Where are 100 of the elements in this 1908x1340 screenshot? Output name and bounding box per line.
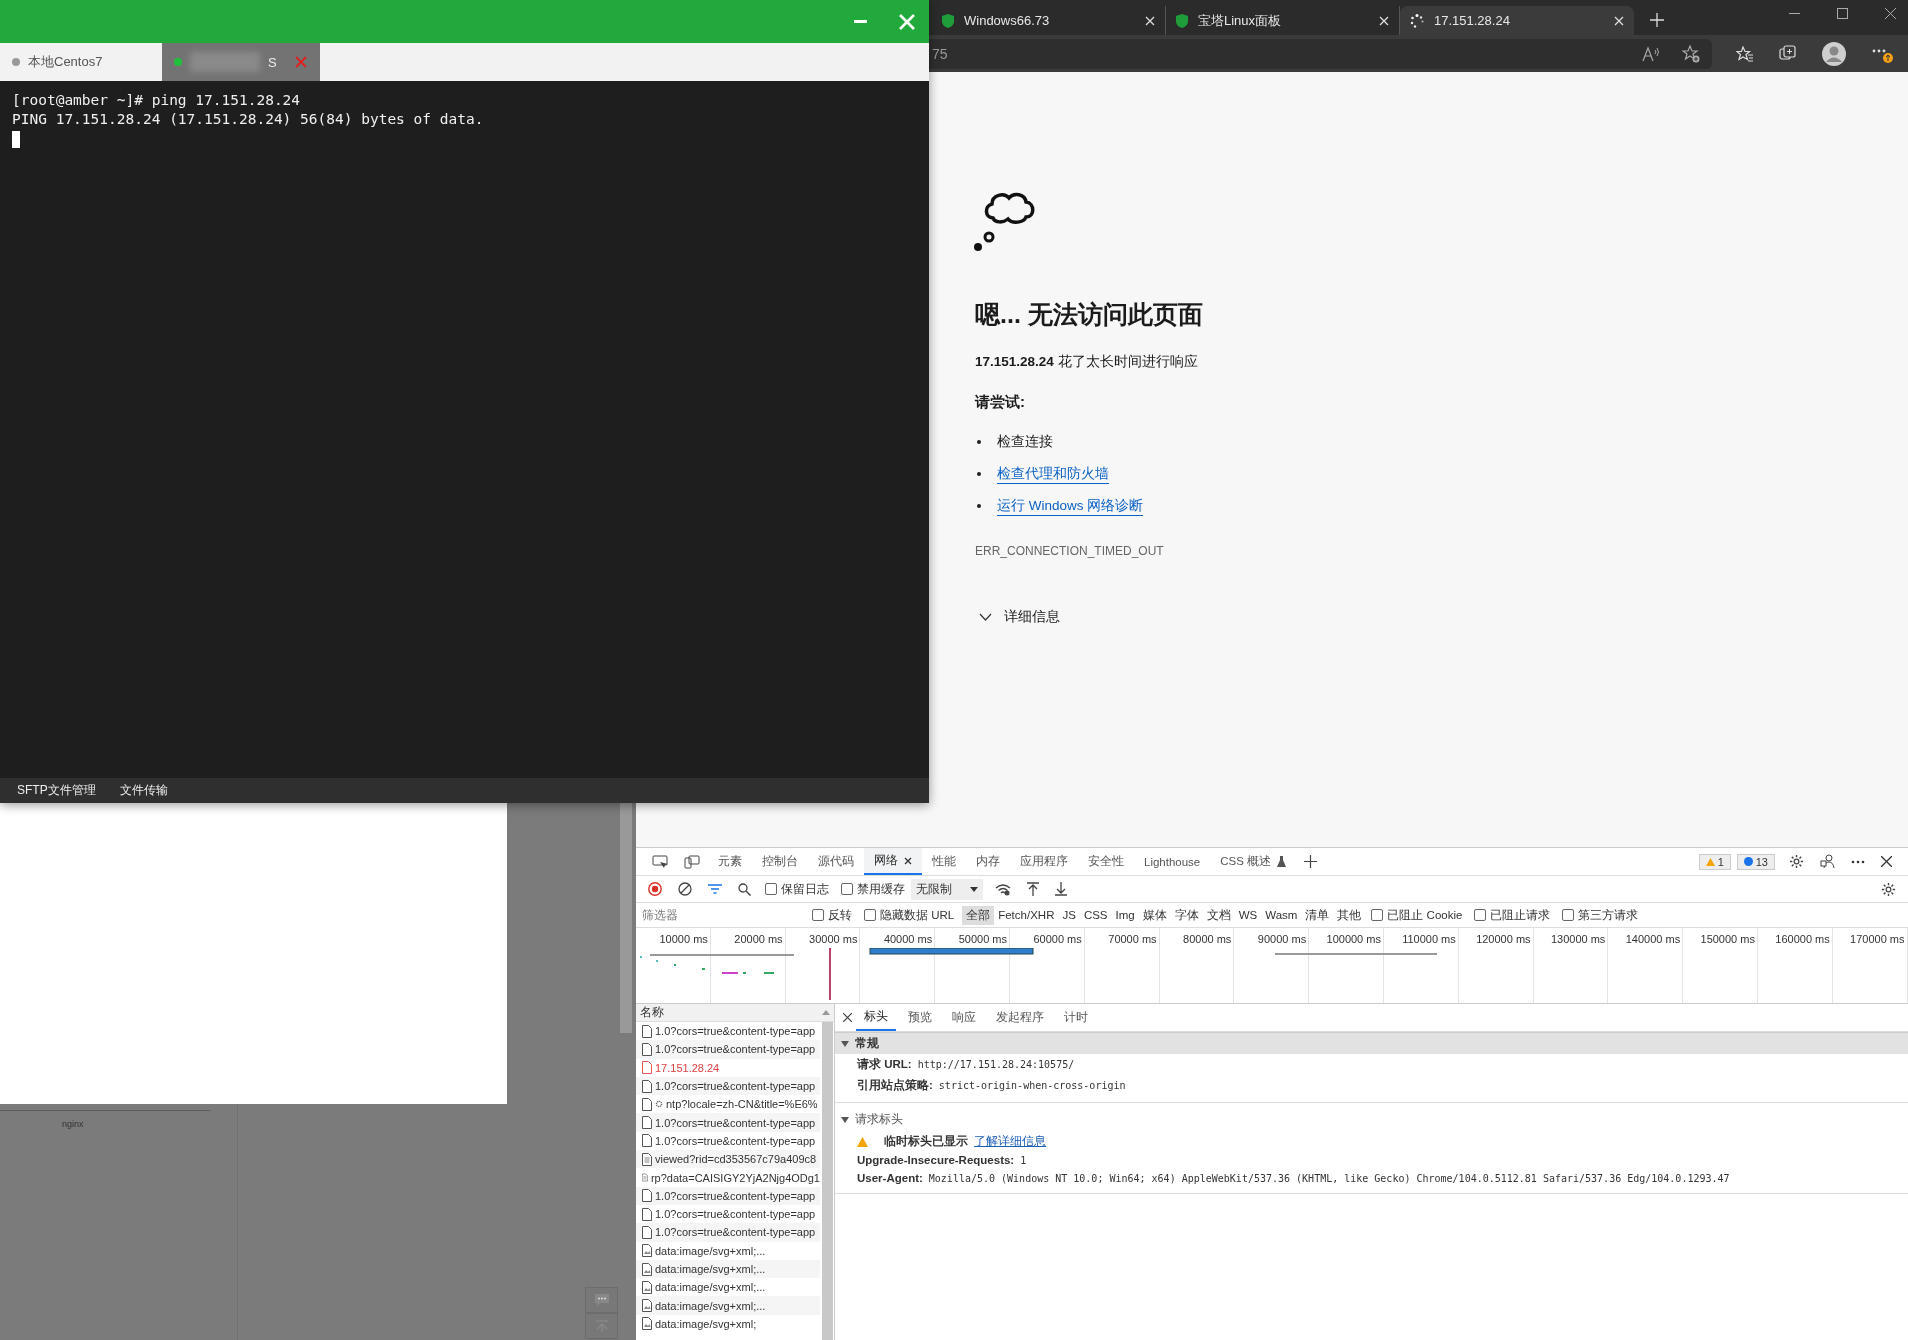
suggestion-link[interactable]: 检查代理和防火墙	[997, 464, 1109, 484]
request-row[interactable]: data:image/svg+xml;...	[636, 1296, 820, 1315]
request-row[interactable]: viewed?rid=cd353567c79a409c8	[636, 1150, 820, 1169]
type-filter[interactable]: Img	[1111, 907, 1139, 923]
error-message: 17.151.28.24 花了太长时间进行响应	[975, 353, 1199, 371]
checkbox-option[interactable]: 隐藏数据 URL	[864, 907, 955, 923]
request-row[interactable]: 1.0?cors=true&content-type=app	[636, 1186, 820, 1205]
session-tab[interactable]: S	[162, 43, 320, 81]
time-tick: 140000 ms	[1625, 933, 1681, 945]
type-filter[interactable]: JS	[1058, 907, 1080, 923]
record-icon[interactable]	[648, 882, 662, 896]
new-tab-icon[interactable]	[1650, 13, 1664, 27]
request-row[interactable]: 1.0?cors=true&content-type=app	[636, 1113, 820, 1132]
type-filter[interactable]: 字体	[1170, 905, 1203, 925]
devtools-tab[interactable]: 元素	[708, 848, 752, 875]
request-row[interactable]: data:image/svg+xml;...	[636, 1278, 820, 1297]
details-tab[interactable]: 计时	[1056, 1004, 1096, 1031]
people-icon[interactable]	[1820, 854, 1835, 869]
maximize-icon[interactable]	[1837, 8, 1848, 19]
search-icon[interactable]	[738, 882, 751, 896]
profile-avatar[interactable]	[1822, 41, 1846, 66]
details-tab[interactable]: 预览	[900, 1004, 940, 1031]
settings-icon[interactable]	[1789, 854, 1804, 869]
request-row[interactable]: data:image/svg+xml;...	[636, 1259, 820, 1279]
type-filter[interactable]: CSS	[1079, 907, 1112, 923]
request-row[interactable]: 1.0?cors=true&content-type=app	[636, 1223, 820, 1242]
header-value: Mozilla/5.0 (Windows NT 10.0; Win64; x64) AppleWebKit/537.36 (KHTML, like Gecko) Chrome/104.0.5112.81 Safari/537.36 Edg/104.0.1293.47	[928, 1173, 1730, 1184]
close-icon[interactable]	[1885, 8, 1896, 19]
request-row[interactable]: 1.0?cors=true&content-type=app	[636, 1204, 820, 1224]
request-row[interactable]: 1.0?cors=true&content-type=app	[636, 1131, 820, 1151]
type-filter[interactable]: Wasm	[1261, 907, 1302, 923]
bottom-tab[interactable]: SFTP文件管理	[17, 782, 96, 799]
checkbox-option[interactable]: 已阻止 Cookie	[1371, 907, 1463, 923]
add-favorite-icon[interactable]	[1682, 44, 1700, 63]
device-toolbar-icon[interactable]	[684, 854, 700, 869]
details-tab[interactable]: 响应	[944, 1004, 984, 1031]
type-filter[interactable]: 媒体	[1138, 905, 1171, 925]
request-row[interactable]: 1.0?cors=true&content-type=app	[636, 1022, 820, 1041]
header-name: 请求 URL:	[857, 1058, 912, 1070]
devtools-tab[interactable]: 内存	[966, 848, 1010, 875]
scrollbar[interactable]	[620, 803, 632, 1033]
suggestion-link[interactable]: 运行 Windows 网络诊断	[997, 496, 1144, 516]
type-filter[interactable]: 其他	[1333, 905, 1366, 925]
section-header[interactable]: 常规	[835, 1032, 1908, 1054]
settings-icon[interactable]	[1881, 881, 1896, 897]
devtools-tab[interactable]: 控制台	[752, 848, 808, 875]
request-row[interactable]: data:image/svg+xml;...	[636, 1241, 820, 1260]
type-filter[interactable]: 清单	[1301, 905, 1334, 925]
timeline-overview[interactable]: 10000 ms 20000 ms 30000 ms 40000 ms 50000 ms 60000 ms 70000 ms 80000 ms 90000 ms 100000 ms 110000 ms 120000 ms 130000 ms 140000 ms 150000 ms 160000 ms 170000 ms	[636, 928, 1908, 1004]
browser-tab[interactable]: 17.151.28.24	[1400, 6, 1634, 35]
upload-icon[interactable]	[1027, 882, 1039, 896]
clear-icon[interactable]	[678, 882, 692, 896]
request-row[interactable]: rp?data=CAISIGY2YjA2Njg4ODg1	[636, 1168, 820, 1187]
learn-more-link[interactable]: 了解详细信息	[974, 1134, 1046, 1149]
close-icon[interactable]	[843, 1013, 852, 1022]
network-conditions-icon[interactable]	[995, 882, 1011, 896]
column-header[interactable]: 名称	[640, 1005, 664, 1020]
checkbox-option[interactable]: 禁用缓存	[841, 881, 905, 897]
request-row[interactable]: data:image/svg+xml;	[636, 1314, 820, 1334]
details-tab[interactable]: 发起程序	[988, 1004, 1052, 1031]
close-icon[interactable]	[1881, 856, 1892, 867]
more-icon[interactable]	[1851, 859, 1865, 864]
warning-count[interactable]: 1	[1698, 853, 1731, 870]
session-tab[interactable]: 本地Centos7	[0, 43, 162, 81]
checkbox-option[interactable]: 第三方请求	[1562, 907, 1639, 923]
read-aloud-icon[interactable]	[1642, 45, 1660, 62]
devtools-tab[interactable]: 网络	[864, 848, 922, 875]
checkbox-option[interactable]: 保留日志	[765, 881, 829, 897]
scrollbar[interactable]	[822, 1022, 833, 1340]
message-count[interactable]: 13	[1736, 853, 1775, 870]
download-icon[interactable]	[1055, 882, 1067, 896]
request-row[interactable]: ntp?locale=zh-CN&title=%E6%	[636, 1095, 820, 1114]
type-filter[interactable]: 全部	[962, 905, 995, 925]
add-tab-icon[interactable]	[1304, 855, 1318, 868]
request-row[interactable]: 1.0?cors=true&content-type=app	[636, 1076, 820, 1096]
checkbox-option[interactable]: 反转	[812, 907, 852, 923]
favorites-icon[interactable]	[1736, 45, 1754, 62]
section-header[interactable]: 请求标头	[835, 1109, 1908, 1130]
inspect-icon[interactable]	[652, 854, 668, 869]
time-tick: 120000 ms	[1476, 933, 1531, 945]
type-filter[interactable]: WS	[1234, 907, 1262, 923]
address-field[interactable]: 75	[929, 38, 1712, 69]
devtools-tab[interactable]: 性能	[922, 848, 966, 875]
details-toggle[interactable]: 详细信息	[975, 608, 1060, 626]
close-icon[interactable]	[904, 856, 912, 865]
devtools-tab[interactable]: 安全性	[1078, 848, 1134, 875]
bottom-tab[interactable]: 文件传输	[119, 782, 168, 799]
request-row[interactable]: 1.0?cors=true&content-type=app	[636, 1040, 820, 1059]
collections-icon[interactable]	[1779, 44, 1797, 63]
devtools-tab[interactable]: CSS 概述	[1210, 848, 1297, 875]
devtools-tab[interactable]: 源代码	[808, 848, 864, 875]
filter-icon[interactable]	[708, 884, 722, 894]
request-row[interactable]: 17.151.28.24	[636, 1058, 820, 1077]
checkbox-option[interactable]: 已阻止请求	[1474, 907, 1551, 923]
devtools-tab[interactable]: 应用程序	[1010, 848, 1078, 875]
type-filter[interactable]: Fetch/XHR	[994, 907, 1059, 923]
terminal-output[interactable]: [root@amber ~]# ping 17.151.28.24 PING 17.151.28.24 (17.151.28.24) 56(84) bytes of data.	[0, 81, 929, 778]
devtools-tab[interactable]: Lighthouse	[1134, 848, 1211, 875]
type-filter[interactable]: 文档	[1202, 905, 1235, 925]
throttling-dropdown[interactable]: 无限制	[911, 878, 983, 900]
